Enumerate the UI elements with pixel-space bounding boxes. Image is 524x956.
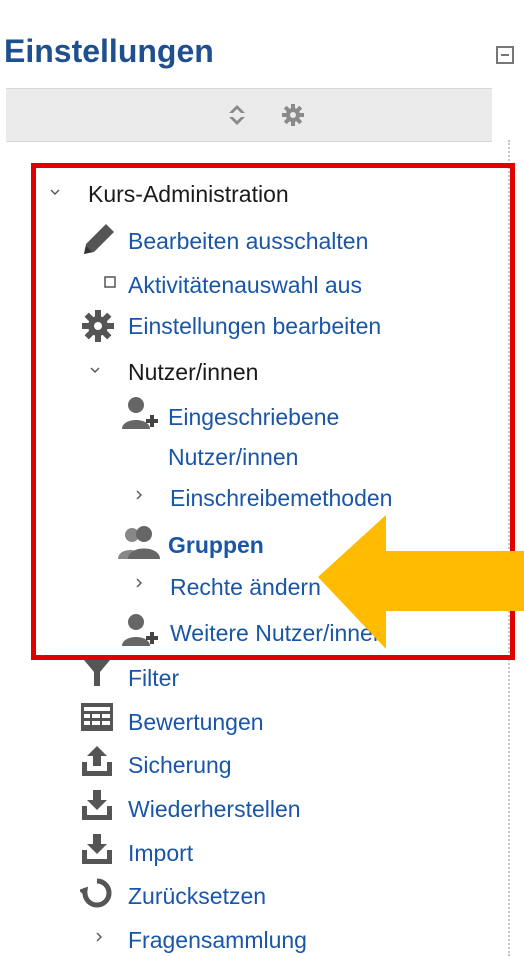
chevron-right-icon[interactable]	[94, 932, 104, 942]
question-bank-link[interactable]: Fragensammlung	[128, 926, 307, 954]
filter-icon	[84, 660, 110, 686]
upload-icon	[82, 746, 112, 776]
move-icon[interactable]	[224, 102, 250, 128]
gear-icon[interactable]	[280, 102, 306, 128]
collapse-block-button[interactable]	[496, 46, 514, 64]
block-toolbar	[6, 88, 492, 142]
arrow-left-icon	[318, 515, 524, 649]
grades-link[interactable]: Bewertungen	[128, 708, 264, 736]
reset-icon	[80, 878, 112, 908]
filter-link[interactable]: Filter	[128, 664, 179, 692]
gradebook-icon	[81, 703, 113, 731]
backup-link[interactable]: Sicherung	[128, 751, 232, 779]
import-link[interactable]: Import	[128, 839, 193, 867]
download-icon	[82, 790, 112, 820]
download-icon	[82, 834, 112, 864]
restore-link[interactable]: Wiederherstellen	[128, 795, 301, 823]
reset-link[interactable]: Zurücksetzen	[128, 882, 266, 910]
block-title: Einstellungen	[4, 33, 214, 69]
